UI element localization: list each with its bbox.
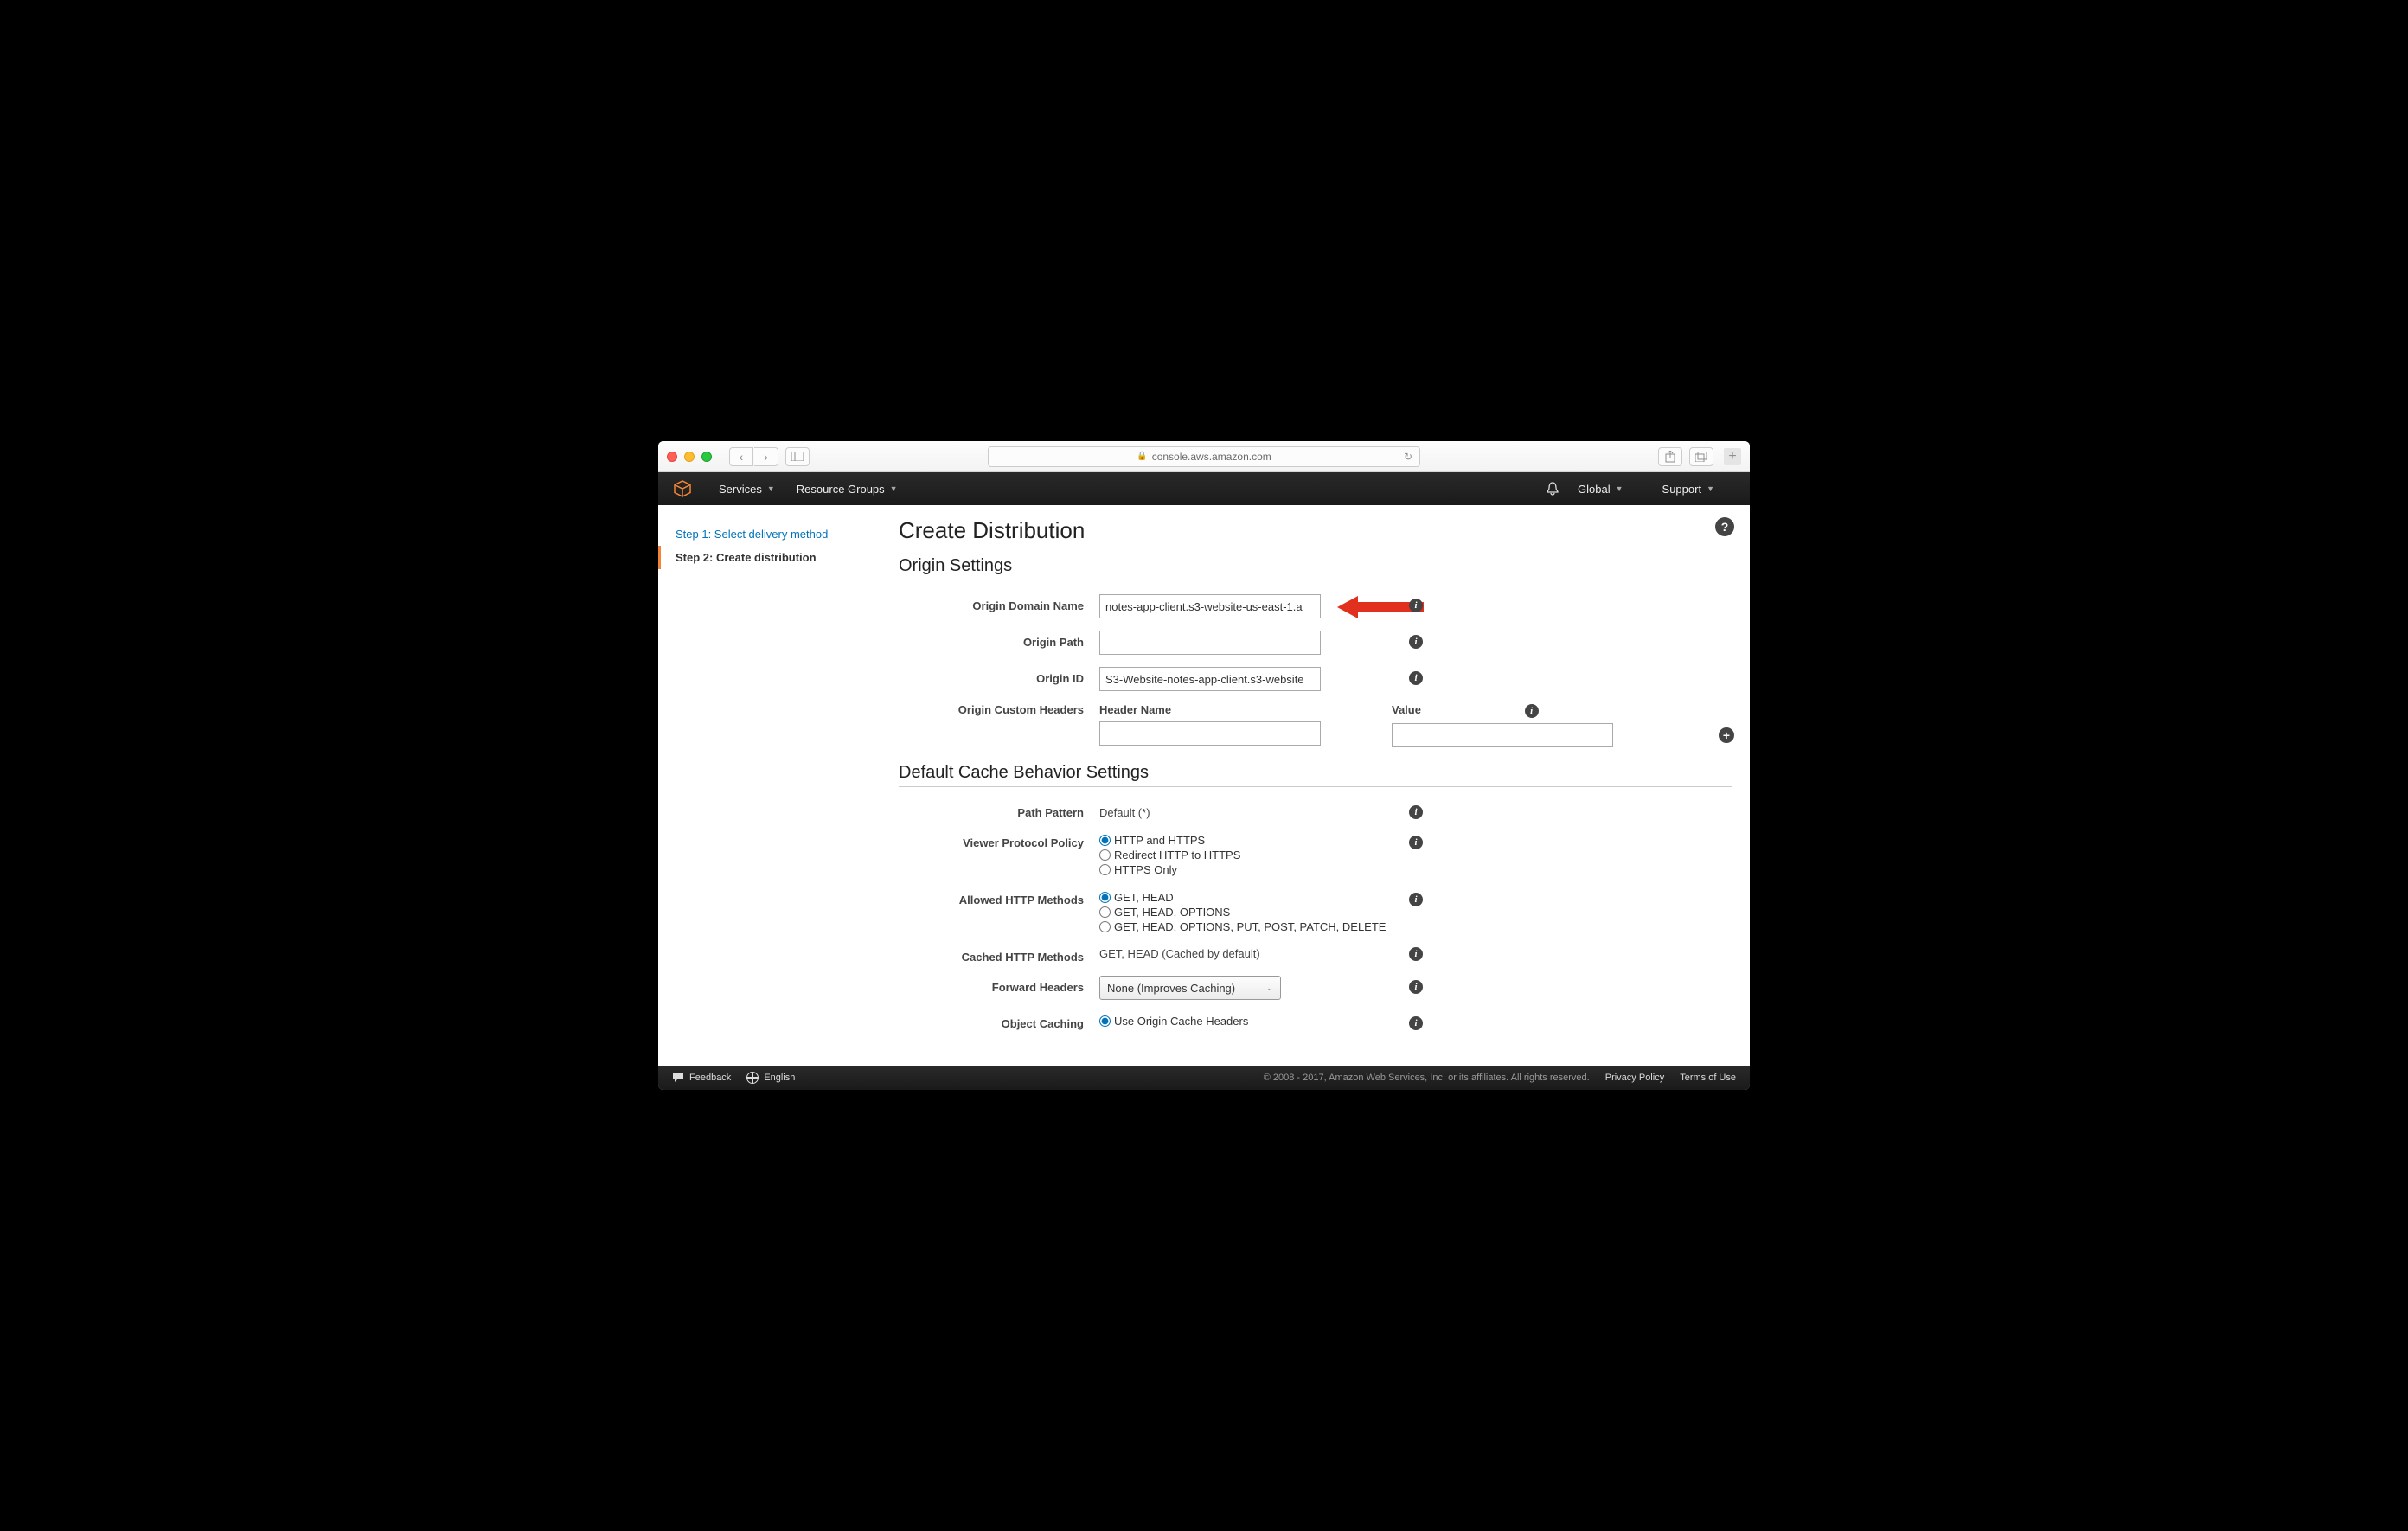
- cache-settings-header: Default Cache Behavior Settings: [899, 763, 1732, 787]
- info-icon[interactable]: i: [1409, 836, 1423, 849]
- header-name-input[interactable]: [1099, 721, 1321, 746]
- aws-logo-icon[interactable]: [672, 478, 693, 499]
- url-text: console.aws.amazon.com: [1152, 451, 1271, 463]
- copyright-text: © 2008 - 2017, Amazon Web Services, Inc.…: [1264, 1073, 1590, 1083]
- share-button[interactable]: [1658, 447, 1682, 466]
- origin-domain-label: Origin Domain Name: [899, 594, 1099, 612]
- lock-icon: 🔒: [1137, 452, 1147, 461]
- speech-icon: [672, 1072, 684, 1084]
- form-content: ? Create Distribution Origin Settings Or…: [883, 505, 1750, 1066]
- browser-window: ‹ › 🔒 console.aws.amazon.com ↻ + Service…: [658, 441, 1750, 1090]
- origin-path-label: Origin Path: [899, 631, 1099, 649]
- origin-path-input[interactable]: [1099, 631, 1321, 655]
- help-icon[interactable]: ?: [1715, 517, 1734, 536]
- info-icon[interactable]: i: [1409, 1016, 1423, 1030]
- page-title: Create Distribution: [899, 517, 1732, 544]
- custom-headers-label: Origin Custom Headers: [899, 703, 1099, 716]
- terms-link[interactable]: Terms of Use: [1680, 1073, 1736, 1083]
- step-2-active: Step 2: Create distribution: [658, 546, 883, 569]
- forward-headers-label: Forward Headers: [899, 976, 1099, 994]
- region-menu[interactable]: Global▼: [1578, 483, 1623, 496]
- info-icon[interactable]: i: [1409, 947, 1423, 961]
- step-1-link[interactable]: Step 1: Select delivery method: [658, 522, 883, 546]
- viewer-opt-redirect[interactable]: Redirect HTTP to HTTPS: [1099, 849, 1240, 862]
- allowed-opt-get-head-options[interactable]: GET, HEAD, OPTIONS: [1099, 906, 1386, 919]
- traffic-lights: [667, 452, 712, 462]
- feedback-link[interactable]: Feedback: [672, 1072, 731, 1084]
- allowed-opt-all[interactable]: GET, HEAD, OPTIONS, PUT, POST, PATCH, DE…: [1099, 920, 1386, 933]
- viewer-protocol-label: Viewer Protocol Policy: [899, 831, 1099, 849]
- cached-methods-label: Cached HTTP Methods: [899, 945, 1099, 964]
- maximize-window[interactable]: [701, 452, 712, 462]
- path-pattern-label: Path Pattern: [899, 801, 1099, 819]
- bell-icon[interactable]: [1545, 481, 1560, 496]
- origin-domain-input[interactable]: [1099, 594, 1321, 618]
- info-icon[interactable]: i: [1409, 635, 1423, 649]
- language-link[interactable]: English: [746, 1072, 795, 1084]
- wizard-sidebar: Step 1: Select delivery method Step 2: C…: [658, 505, 883, 1066]
- origin-id-input[interactable]: [1099, 667, 1321, 691]
- cached-methods-value: GET, HEAD (Cached by default): [1099, 945, 1260, 960]
- allowed-methods-label: Allowed HTTP Methods: [899, 888, 1099, 906]
- allowed-opt-get-head[interactable]: GET, HEAD: [1099, 891, 1386, 904]
- titlebar: ‹ › 🔒 console.aws.amazon.com ↻ +: [658, 441, 1750, 472]
- header-value-input[interactable]: [1392, 723, 1613, 747]
- header-name-col-label: Header Name: [1099, 703, 1321, 716]
- address-bar[interactable]: 🔒 console.aws.amazon.com ↻: [988, 446, 1420, 467]
- info-icon[interactable]: i: [1409, 599, 1423, 612]
- aws-navbar: Services▼ Resource Groups▼ Global▼ Suppo…: [658, 472, 1750, 505]
- info-icon[interactable]: i: [1409, 805, 1423, 819]
- main-content: Step 1: Select delivery method Step 2: C…: [658, 505, 1750, 1066]
- close-window[interactable]: [667, 452, 677, 462]
- minimize-window[interactable]: [684, 452, 695, 462]
- forward-headers-select[interactable]: None (Improves Caching)⌄: [1099, 976, 1281, 1000]
- back-button[interactable]: ‹: [729, 447, 753, 466]
- privacy-link[interactable]: Privacy Policy: [1605, 1073, 1664, 1083]
- value-col-label: Value i: [1392, 703, 1613, 718]
- footer: Feedback English © 2008 - 2017, Amazon W…: [658, 1066, 1750, 1090]
- viewer-opt-https-only[interactable]: HTTPS Only: [1099, 863, 1240, 876]
- info-icon[interactable]: i: [1409, 893, 1423, 906]
- resource-groups-menu[interactable]: Resource Groups▼: [797, 483, 898, 496]
- info-icon[interactable]: i: [1525, 704, 1539, 718]
- forward-button[interactable]: ›: [754, 447, 778, 466]
- object-caching-origin[interactable]: Use Origin Cache Headers: [1099, 1015, 1248, 1028]
- path-pattern-value: Default (*): [1099, 801, 1150, 819]
- info-icon[interactable]: i: [1409, 671, 1423, 685]
- object-caching-label: Object Caching: [899, 1012, 1099, 1030]
- add-header-button[interactable]: +: [1719, 727, 1734, 743]
- origin-id-label: Origin ID: [899, 667, 1099, 685]
- origin-settings-header: Origin Settings: [899, 556, 1732, 580]
- services-menu[interactable]: Services▼: [719, 483, 775, 496]
- tabs-button[interactable]: [1689, 447, 1713, 466]
- refresh-icon[interactable]: ↻: [1404, 451, 1412, 463]
- new-tab-button[interactable]: +: [1724, 448, 1741, 465]
- globe-icon: [746, 1072, 759, 1084]
- info-icon[interactable]: i: [1409, 980, 1423, 994]
- support-menu[interactable]: Support▼: [1662, 483, 1714, 496]
- viewer-opt-http-https[interactable]: HTTP and HTTPS: [1099, 834, 1240, 847]
- sidebar-toggle[interactable]: [785, 447, 810, 466]
